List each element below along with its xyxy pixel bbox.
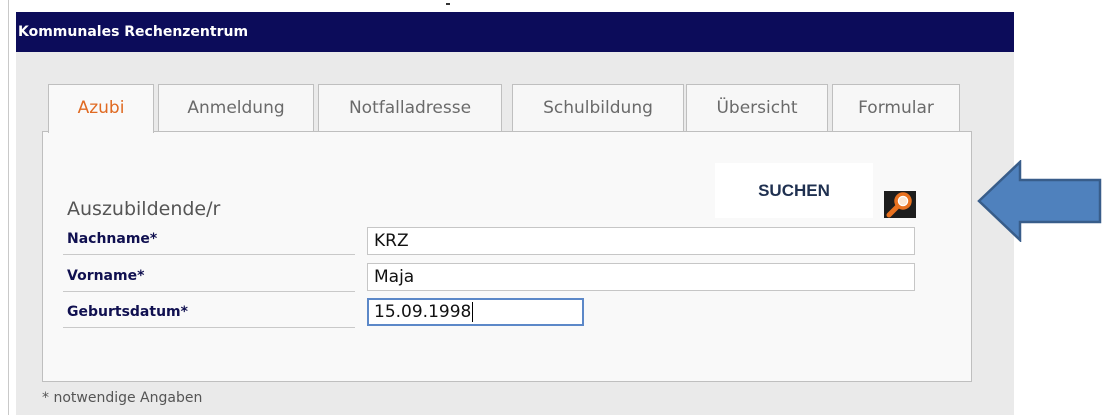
tab-label: Übersicht <box>716 98 798 118</box>
nachname-field[interactable]: KRZ <box>367 227 915 255</box>
geburtsdatum-label: Geburtsdatum* <box>67 304 188 320</box>
tab-anmeldung[interactable]: Anmeldung <box>158 84 314 131</box>
tab-label: Formular <box>858 98 934 118</box>
nachname-value: KRZ <box>374 231 409 251</box>
geburtsdatum-value: 15.09.1998 <box>374 302 472 322</box>
header-mark <box>446 3 450 5</box>
required-note: * notwendige Angaben <box>42 390 203 406</box>
search-icon[interactable] <box>884 191 916 218</box>
geburtsdatum-field[interactable]: 15.09.1998 <box>367 298 584 326</box>
vorname-label: Vorname* <box>67 268 145 284</box>
app-header: Kommunales Rechenzentrum <box>16 12 1014 52</box>
vorname-field[interactable]: Maja <box>367 263 915 291</box>
tab-uebersicht[interactable]: Übersicht <box>686 84 828 131</box>
label-divider <box>63 327 355 328</box>
app-title: Kommunales Rechenzentrum <box>18 24 249 40</box>
tab-formular[interactable]: Formular <box>832 84 960 131</box>
search-icon-graphic <box>884 191 916 218</box>
tab-label: Azubi <box>77 98 125 118</box>
text-caret <box>472 302 474 322</box>
label-divider <box>63 254 355 255</box>
tab-label: Notfalladresse <box>348 98 472 118</box>
search-label: SUCHEN <box>715 163 873 218</box>
nachname-label: Nachname* <box>67 231 158 247</box>
search-label-text: SUCHEN <box>758 181 830 200</box>
label-divider <box>63 291 355 292</box>
section-title: Auszubildende/r <box>67 198 221 220</box>
left-arrow-icon <box>977 160 1102 242</box>
tab-azubi[interactable]: Azubi <box>48 84 154 133</box>
page-left-rule <box>8 0 9 415</box>
vorname-value: Maja <box>374 267 415 287</box>
tab-notfalladresse[interactable]: Notfalladresse <box>318 84 502 131</box>
tab-label: Schulbildung <box>543 98 653 118</box>
tab-schulbildung[interactable]: Schulbildung <box>512 84 684 131</box>
tab-label: Anmeldung <box>187 98 285 118</box>
